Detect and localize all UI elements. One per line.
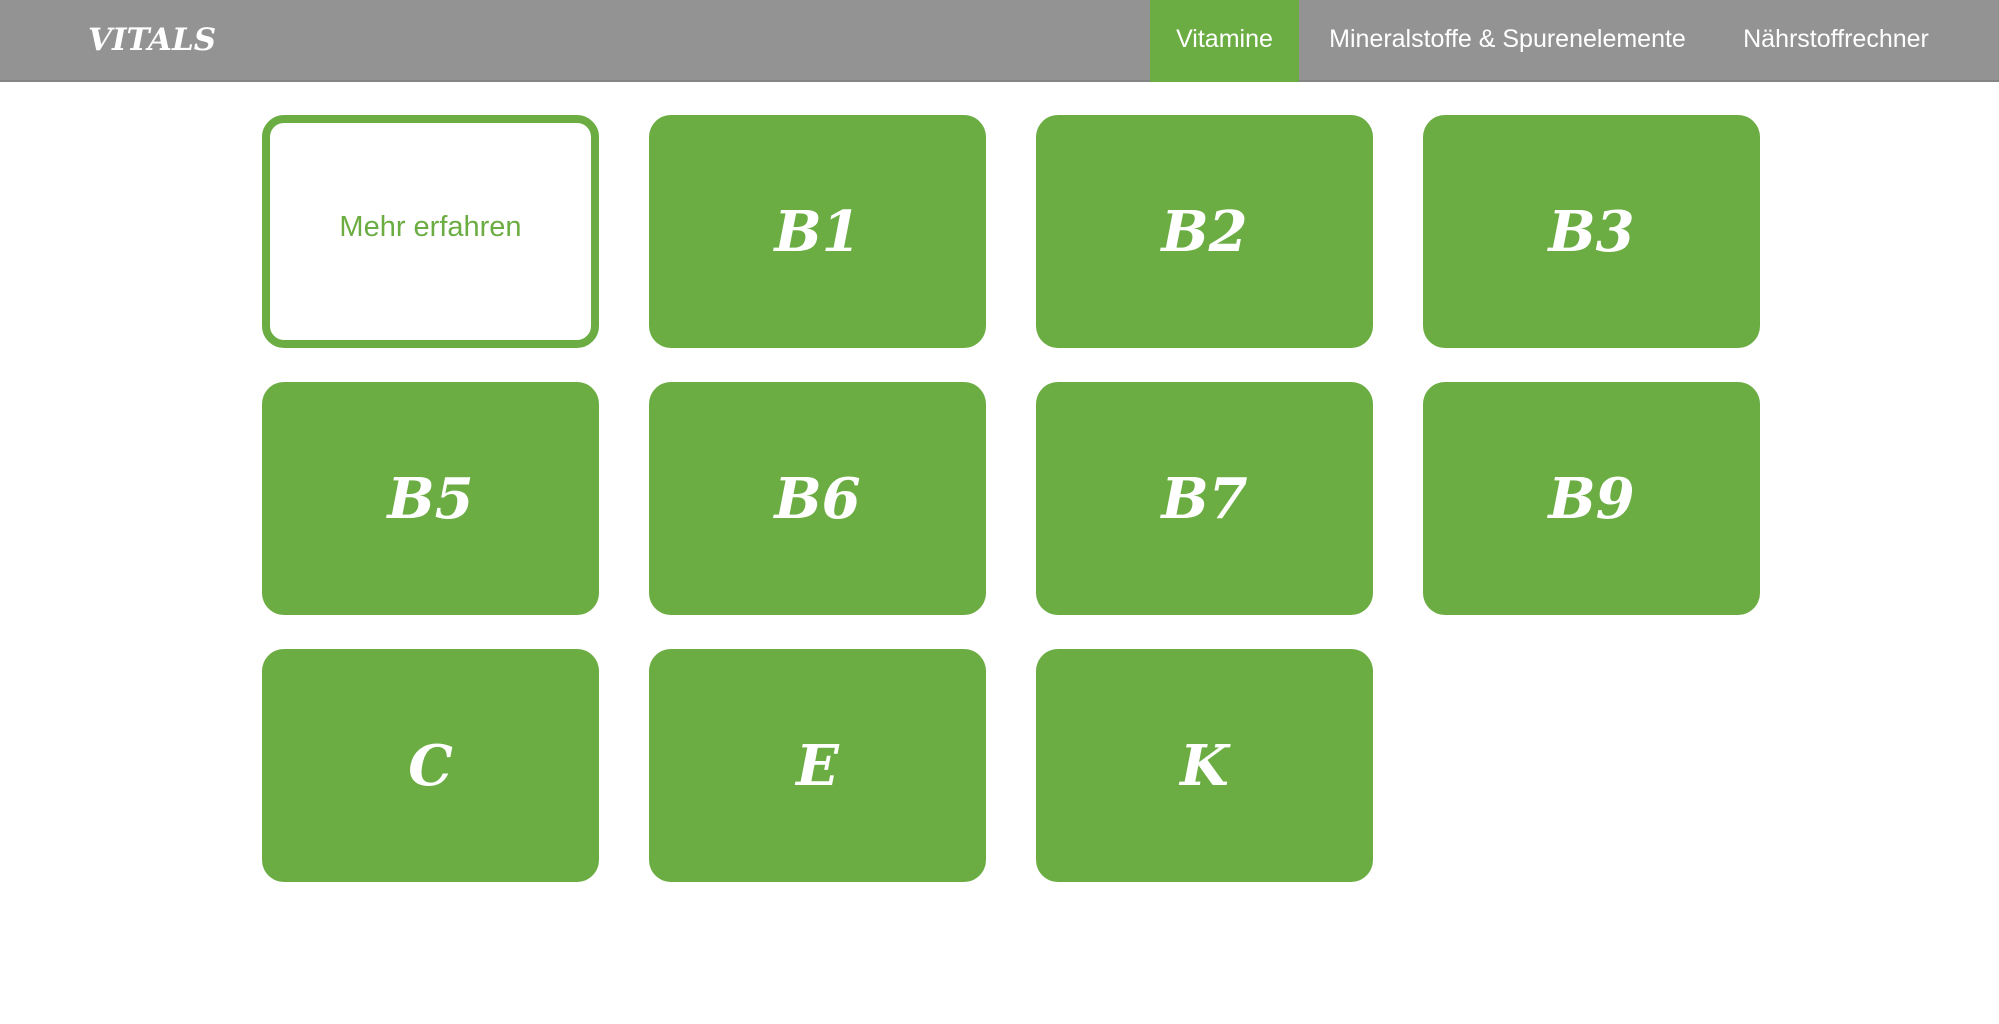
vitamin-tile-label: B9 (1548, 465, 1635, 532)
tab-vitamine[interactable]: Vitamine (1150, 0, 1299, 82)
vitamin-tile-label: B3 (1548, 198, 1635, 265)
top-navbar: VITALS Vitamine Mineralstoffe & Spurenel… (0, 0, 1999, 82)
tab-mineralstoffe-spurenelemente[interactable]: Mineralstoffe & Spurenelemente (1299, 0, 1716, 82)
vitamin-tile-e[interactable]: E (649, 649, 986, 882)
learn-more-tile[interactable]: Mehr erfahren (262, 115, 599, 348)
vitamin-tile-b5[interactable]: B5 (262, 382, 599, 615)
brand-logo[interactable]: VITALS (88, 18, 216, 62)
vitamin-tile-b7[interactable]: B7 (1036, 382, 1373, 615)
vitamin-tile-label: E (796, 732, 839, 799)
vitamin-tile-c[interactable]: C (262, 649, 599, 882)
vitamin-tile-label: K (1180, 732, 1229, 799)
vitamin-tile-label: B7 (1161, 465, 1248, 532)
vitamin-tile-k[interactable]: K (1036, 649, 1373, 882)
vitamin-tile-b9[interactable]: B9 (1423, 382, 1760, 615)
learn-more-label: Mehr erfahren (339, 211, 522, 243)
vitamin-tile-b2[interactable]: B2 (1036, 115, 1373, 348)
vitamin-tile-label: B1 (774, 198, 861, 265)
vitamin-tile-label: B5 (387, 465, 474, 532)
vitamin-tile-label: B6 (774, 465, 861, 532)
vitamin-tile-label: C (408, 732, 453, 799)
vitamin-tile-b1[interactable]: B1 (649, 115, 986, 348)
vitamin-tile-b6[interactable]: B6 (649, 382, 986, 615)
tab-naehrstoffrechner[interactable]: Nährstoffrechner (1716, 0, 1956, 82)
vitamin-tile-b3[interactable]: B3 (1423, 115, 1760, 348)
vitamin-tile-label: B2 (1161, 198, 1248, 265)
